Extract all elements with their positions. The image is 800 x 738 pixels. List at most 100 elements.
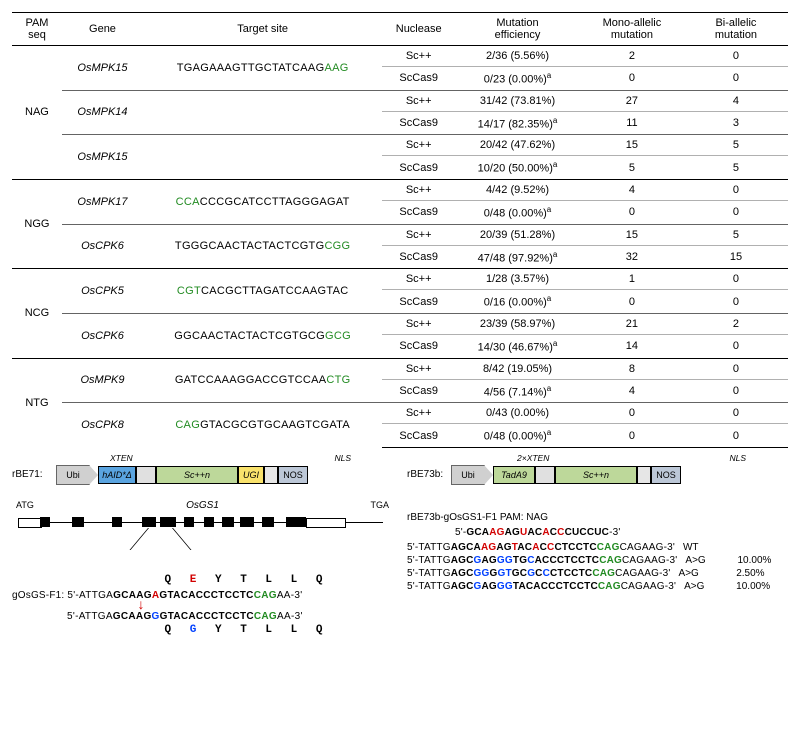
leader-line bbox=[172, 528, 191, 550]
target-site-cell bbox=[143, 90, 382, 135]
data-cell: 14/17 (82.35%)a bbox=[455, 111, 580, 135]
hdr-bi: Bi-allelic mutation bbox=[684, 13, 788, 46]
cassette-rBE71: rBE71: Ubi XTEN hAID*Δ Sc++n UGI NLS NOS bbox=[12, 464, 393, 486]
cassette-rBE73b: rBE73b: Ubi 2×XTEN TadA9 Sc++n NLS NOS bbox=[407, 464, 788, 486]
data-cell: ScCas9 bbox=[382, 111, 455, 135]
target-site-cell: TGAGAAAGTTGCTATCAAGAAG bbox=[143, 46, 382, 91]
data-cell: 21 bbox=[580, 313, 684, 334]
dna-row: 5'-TATTGAGCGAGGGTGCACCCTCCTCCAGCAGAAG-3'… bbox=[407, 555, 788, 566]
hdr-target: Target site bbox=[143, 13, 382, 46]
aa-row-original: Q E Y T L L Q bbox=[100, 574, 393, 586]
data-cell: 0 bbox=[580, 67, 684, 91]
outcome-title: rBE73b-gOsGS1-F1 PAM: NAG bbox=[407, 512, 788, 523]
data-cell: 15 bbox=[580, 135, 684, 156]
target-site-cell: CCACCCGCATCCTTAGGGAGAT bbox=[143, 179, 382, 224]
figure-panel: rBE71: Ubi XTEN hAID*Δ Sc++n UGI NLS NOS… bbox=[12, 464, 788, 636]
data-cell: 0/16 (0.00%)a bbox=[455, 290, 580, 314]
data-cell: 0 bbox=[684, 290, 788, 314]
data-cell: ScCas9 bbox=[382, 424, 455, 448]
data-cell: 8/42 (19.05%) bbox=[455, 358, 580, 379]
target-site-cell: CAGGTACGCGTGCAAGTCGATA bbox=[143, 403, 382, 448]
gene-cell: OsMPK15 bbox=[62, 46, 143, 91]
data-cell: 4/56 (7.14%)a bbox=[455, 379, 580, 403]
data-cell: 0 bbox=[684, 269, 788, 290]
block-haid: hAID*Δ bbox=[98, 466, 136, 484]
aa-row-mutated: Q G Y T L L Q bbox=[100, 624, 393, 636]
data-cell: 14 bbox=[580, 334, 684, 358]
block-nos: NOS bbox=[651, 466, 681, 484]
hdr-gene: Gene bbox=[62, 13, 143, 46]
editing-outcome-block: rBE73b-gOsGS1-F1 PAM: NAG 5'-GCAAGAGUACA… bbox=[407, 512, 788, 592]
data-cell: 15 bbox=[684, 245, 788, 269]
data-cell: 0 bbox=[684, 379, 788, 403]
block-xten bbox=[535, 466, 555, 484]
data-cell: 4 bbox=[684, 90, 788, 111]
data-cell: 5 bbox=[580, 156, 684, 180]
exon bbox=[286, 517, 306, 527]
mutation-table: PAM seq Gene Target site Nuclease Mutati… bbox=[12, 12, 788, 448]
data-cell: 0 bbox=[580, 424, 684, 448]
exon bbox=[112, 517, 122, 527]
gene-cell: OsCPK6 bbox=[62, 224, 143, 269]
pam-cell: NCG bbox=[12, 269, 62, 358]
data-cell: Sc++ bbox=[382, 224, 455, 245]
utr-3 bbox=[306, 518, 346, 528]
data-cell: 5 bbox=[684, 224, 788, 245]
data-cell: 20/42 (47.62%) bbox=[455, 135, 580, 156]
nls-label: NLS bbox=[334, 453, 351, 463]
data-cell: 4 bbox=[580, 379, 684, 403]
gene-cell: OsCPK5 bbox=[62, 269, 143, 314]
target-site-cell bbox=[143, 135, 382, 180]
data-cell: 2 bbox=[580, 46, 684, 67]
hdr-eff: Mutation efficiency bbox=[455, 13, 580, 46]
data-cell: 1/28 (3.57%) bbox=[455, 269, 580, 290]
data-cell: 10/20 (50.00%)a bbox=[455, 156, 580, 180]
exon bbox=[72, 517, 84, 527]
data-cell: 0/43 (0.00%) bbox=[455, 403, 580, 424]
data-cell: 31/42 (73.81%) bbox=[455, 90, 580, 111]
data-cell: ScCas9 bbox=[382, 156, 455, 180]
utr-5 bbox=[18, 518, 42, 528]
target-site-cell: GATCCAAAGGACCGTCCAACTG bbox=[143, 358, 382, 403]
hdr-pam: PAM seq bbox=[12, 13, 62, 46]
target-site-cell: CGTCACGCTTAGATCCAAGTAC bbox=[143, 269, 382, 314]
rBE71-label: rBE71: bbox=[12, 469, 52, 480]
data-cell: 0 bbox=[684, 200, 788, 224]
data-cell: Sc++ bbox=[382, 358, 455, 379]
data-cell: Sc++ bbox=[382, 313, 455, 334]
pam-cell: NAG bbox=[12, 46, 62, 180]
data-cell: 0 bbox=[684, 424, 788, 448]
data-cell: 0 bbox=[580, 200, 684, 224]
gene-structure-osgs1: ATG OsGS1 TGA bbox=[12, 500, 393, 572]
data-cell: 0 bbox=[580, 403, 684, 424]
pam-cell: NGG bbox=[12, 179, 62, 268]
data-cell: 15 bbox=[580, 224, 684, 245]
data-cell: ScCas9 bbox=[382, 200, 455, 224]
data-cell: 0 bbox=[684, 334, 788, 358]
gene-cell: OsCPK8 bbox=[62, 403, 143, 448]
tga-label: TGA bbox=[370, 500, 389, 510]
dna-row: 5'-TATTGAGCGAGGGTACACCCTCCTCCAGCAGAAG-3'… bbox=[407, 581, 788, 592]
data-cell: ScCas9 bbox=[382, 245, 455, 269]
left-panel: rBE71: Ubi XTEN hAID*Δ Sc++n UGI NLS NOS… bbox=[12, 464, 393, 636]
data-cell: 0 bbox=[684, 46, 788, 67]
data-cell: Sc++ bbox=[382, 90, 455, 111]
guide-seq-bot: 5'-ATTGAGCAAGGGTACACCCTCCTCCAGAA-3' bbox=[67, 611, 393, 622]
data-cell: Sc++ bbox=[382, 135, 455, 156]
table-header-row: PAM seq Gene Target site Nuclease Mutati… bbox=[12, 13, 788, 46]
gene-cell: OsMPK14 bbox=[62, 90, 143, 135]
data-cell: 0 bbox=[684, 358, 788, 379]
data-cell: 20/39 (51.28%) bbox=[455, 224, 580, 245]
target-site-cell: TGGGCAACTACTACTCGTGCGG bbox=[143, 224, 382, 269]
gene-cell: OsMPK9 bbox=[62, 358, 143, 403]
data-cell: 4 bbox=[580, 179, 684, 200]
data-cell: 2/36 (5.56%) bbox=[455, 46, 580, 67]
xten2-label: 2×XTEN bbox=[517, 453, 549, 463]
block-scn: Sc++n bbox=[156, 466, 238, 484]
block-nos: NOS bbox=[278, 466, 308, 484]
data-cell: ScCas9 bbox=[382, 379, 455, 403]
dna-row: 5'-TATTGAGCGGGGTGCGCCCTCCTCCAGCAGAAG-3'A… bbox=[407, 568, 788, 579]
gosgs-label: gOsGS-F1: bbox=[12, 590, 64, 601]
gene-cell: OsMPK15 bbox=[62, 135, 143, 180]
pam-cell: NTG bbox=[12, 358, 62, 447]
